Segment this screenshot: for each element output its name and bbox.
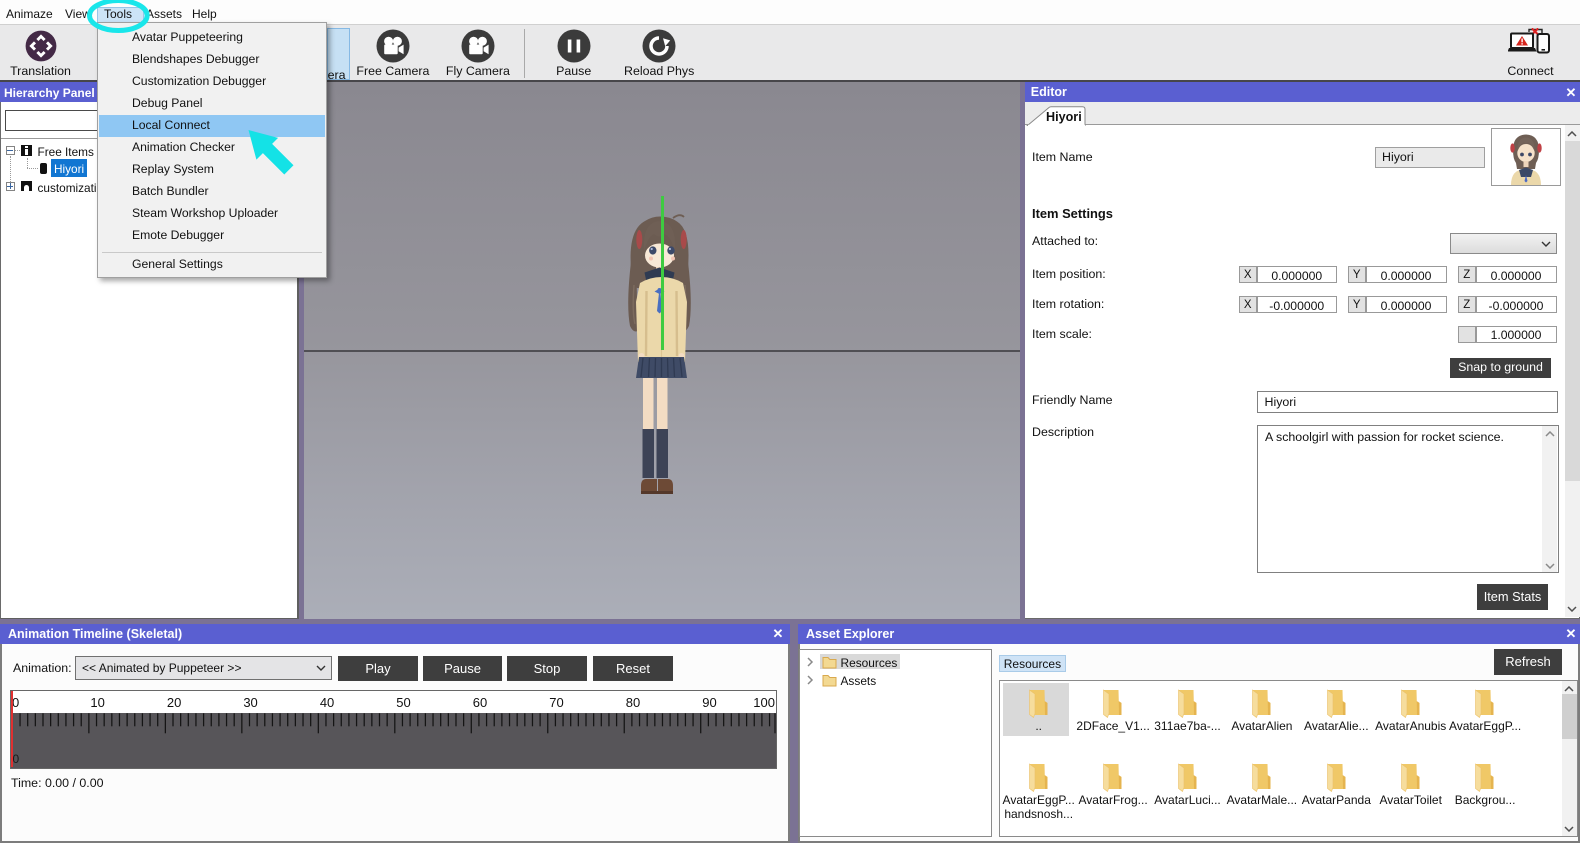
svg-text:80: 80	[626, 695, 640, 710]
svg-text:10: 10	[90, 695, 104, 710]
svg-text:60: 60	[473, 695, 487, 710]
svg-text:50: 50	[396, 695, 410, 710]
svg-text:40: 40	[320, 695, 334, 710]
svg-text:0: 0	[12, 695, 19, 710]
svg-text:70: 70	[549, 695, 563, 710]
svg-text:90: 90	[702, 695, 716, 710]
svg-text:30: 30	[243, 695, 257, 710]
svg-text:100: 100	[753, 695, 775, 710]
svg-text:20: 20	[167, 695, 181, 710]
